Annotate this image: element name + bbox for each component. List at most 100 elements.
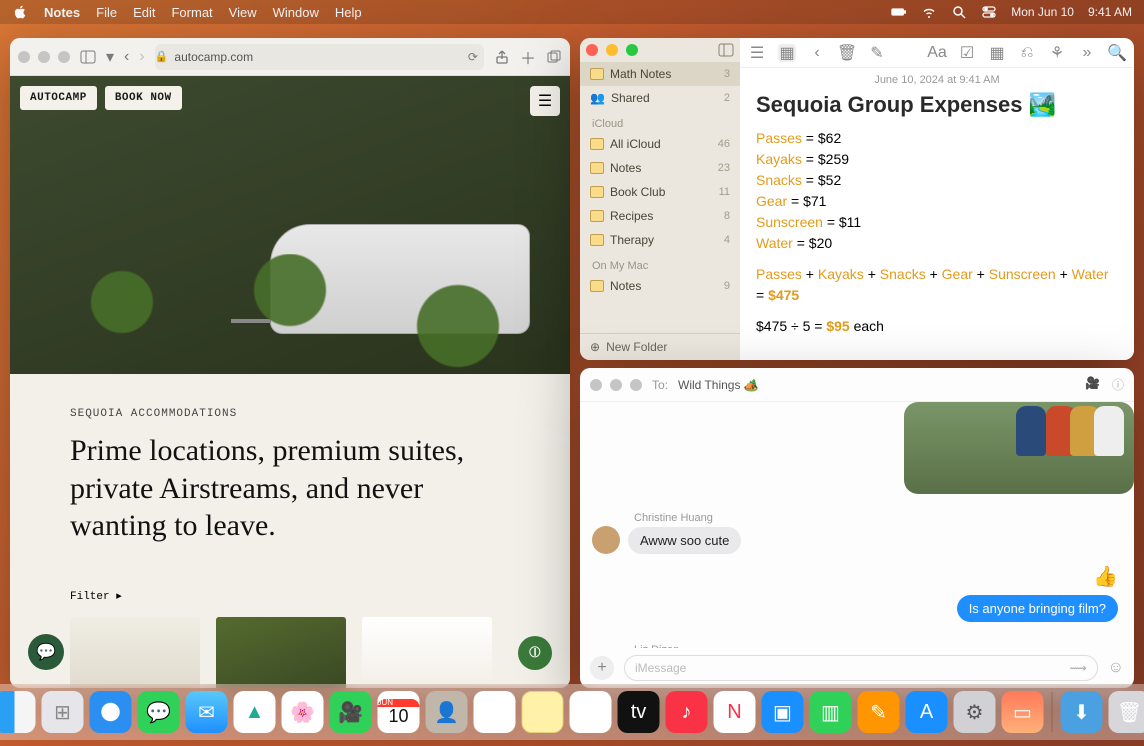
sidebar-toggle-icon[interactable] (718, 42, 734, 58)
menu-help[interactable]: Help (335, 5, 362, 20)
chevron-down-icon[interactable]: ▾ (106, 47, 114, 67)
menu-file[interactable]: File (96, 5, 117, 20)
listing-thumb[interactable] (216, 617, 346, 689)
info-icon[interactable]: ⓘ (1112, 376, 1124, 393)
hamburger-menu-icon[interactable]: ☰ (530, 86, 560, 116)
dock-freeform-icon[interactable]: 〰 (570, 691, 612, 733)
attached-photo[interactable] (904, 402, 1134, 494)
facetime-icon[interactable]: 🎥 (1085, 376, 1100, 393)
menu-format[interactable]: Format (171, 5, 212, 20)
dock-contacts-icon[interactable]: 👤 (426, 691, 468, 733)
trash-icon[interactable]: 🗑 (838, 44, 856, 62)
dock-mail-icon[interactable]: ✉ (186, 691, 228, 733)
reload-icon[interactable]: ⟳ (468, 50, 478, 64)
traffic-minimize[interactable] (38, 51, 50, 63)
wifi-icon[interactable] (921, 4, 937, 20)
dock-notes-icon[interactable] (522, 691, 564, 733)
list-view-icon[interactable]: ☰ (748, 44, 766, 62)
dock-trash-icon[interactable]: 🗑 (1109, 691, 1144, 733)
share-icon[interactable] (494, 49, 510, 65)
listing-thumb[interactable] (70, 617, 200, 689)
dock-appstore-icon[interactable]: A (906, 691, 948, 733)
traffic-minimize[interactable] (606, 44, 618, 56)
dock-numbers-icon[interactable]: ▥ (810, 691, 852, 733)
media-icon[interactable]: ⎌ (1018, 44, 1036, 62)
sidebar-icon[interactable] (80, 49, 96, 65)
menu-edit[interactable]: Edit (133, 5, 155, 20)
traffic-zoom[interactable] (626, 44, 638, 56)
traffic-close[interactable] (18, 51, 30, 63)
traffic-zoom[interactable] (58, 51, 70, 63)
search-icon[interactable]: 🔍 (1108, 44, 1126, 62)
book-now-button[interactable]: BOOK NOW (105, 86, 182, 110)
dock-finder-icon[interactable] (0, 691, 36, 733)
message-bubble-outgoing[interactable]: Is anyone bringing film? (957, 595, 1118, 622)
emoji-picker-icon[interactable]: ☺ (1108, 659, 1124, 677)
imessage-input[interactable]: iMessage ⟿ (624, 655, 1098, 681)
dock-pages-icon[interactable]: ✎ (858, 691, 900, 733)
filter-button[interactable]: Filter ▸ (70, 589, 510, 603)
new-tab-icon[interactable]: ＋ (520, 45, 536, 69)
dock-music-icon[interactable]: ♪ (666, 691, 708, 733)
brand-pill[interactable]: AUTOCAMP (20, 86, 97, 110)
audio-message-icon[interactable]: ⟿ (1069, 661, 1086, 675)
sidebar-item-therapy[interactable]: Therapy4 (580, 228, 740, 252)
add-attachment-button[interactable]: + (590, 656, 614, 680)
sidebar-item-book-club[interactable]: Book Club11 (580, 180, 740, 204)
address-bar[interactable]: 🔒 autocamp.com ⟳ (155, 44, 484, 70)
dock-facetime-icon[interactable]: 🎥 (330, 691, 372, 733)
dock-calendar-icon[interactable]: JUN10 (378, 691, 420, 733)
dock-safari-icon[interactable] (90, 691, 132, 733)
dock-settings-icon[interactable]: ⚙ (954, 691, 996, 733)
traffic-zoom[interactable] (630, 379, 642, 391)
table-icon[interactable]: ▦ (988, 44, 1006, 62)
menu-time[interactable]: 9:41 AM (1088, 5, 1132, 19)
dock-reminders-icon[interactable]: ☰ (474, 691, 516, 733)
traffic-close[interactable] (590, 379, 602, 391)
dock-news-icon[interactable]: N (714, 691, 756, 733)
compose-icon[interactable]: ✎ (868, 44, 886, 62)
format-icon[interactable]: Aa (928, 44, 946, 62)
dock-iphone-mirror-icon[interactable]: ▭ (1002, 691, 1044, 733)
dock-launchpad-icon[interactable]: ⊞ (42, 691, 84, 733)
control-center-icon[interactable] (981, 4, 997, 20)
new-folder-button[interactable]: ⊕ New Folder (580, 333, 740, 360)
traffic-minimize[interactable] (610, 379, 622, 391)
sidebar-item-shared[interactable]: 👥 Shared 2 (580, 86, 740, 110)
accessibility-fab-icon[interactable]: ⦶ (518, 636, 552, 670)
battery-icon[interactable] (891, 4, 907, 20)
listing-thumb[interactable] (362, 617, 492, 689)
dock-messages-icon[interactable]: 💬 (138, 691, 180, 733)
messages-thread[interactable]: Christine Huang Awww soo cute 👍 Is anyon… (580, 402, 1134, 648)
message-bubble[interactable]: Awww soo cute (628, 527, 741, 554)
back-icon[interactable]: ‹ (808, 44, 826, 62)
to-value[interactable]: Wild Things 🏕️ (678, 378, 759, 392)
avatar[interactable] (592, 526, 620, 554)
more-icon[interactable]: » (1078, 44, 1096, 62)
apple-menu-icon[interactable] (12, 4, 28, 20)
forward-icon[interactable]: › (139, 48, 144, 66)
gallery-view-icon[interactable]: ▦ (778, 44, 796, 62)
checklist-icon[interactable]: ☑ (958, 44, 976, 62)
tabs-icon[interactable] (546, 49, 562, 65)
menu-window[interactable]: Window (273, 5, 319, 20)
menu-date[interactable]: Mon Jun 10 (1011, 5, 1074, 19)
dock-downloads-icon[interactable]: ⬇ (1061, 691, 1103, 733)
dock-tv-icon[interactable]: tv (618, 691, 660, 733)
dock-photos-icon[interactable]: 🌸 (282, 691, 324, 733)
traffic-close[interactable] (586, 44, 598, 56)
sidebar-item-all-icloud[interactable]: All iCloud46 (580, 132, 740, 156)
chat-fab-icon[interactable]: 💬 (28, 634, 64, 670)
link-icon[interactable]: ⚘ (1048, 44, 1066, 62)
dock-maps-icon[interactable]: ▲ (234, 691, 276, 733)
note-body[interactable]: Sequoia Group Expenses 🏞️ Passes = $62 K… (740, 92, 1134, 347)
menu-view[interactable]: View (229, 5, 257, 20)
app-menu-name[interactable]: Notes (44, 5, 80, 20)
sidebar-item-notes[interactable]: Notes23 (580, 156, 740, 180)
back-icon[interactable]: ‹ (124, 48, 129, 66)
sidebar-item-onmac-notes[interactable]: Notes9 (580, 274, 740, 298)
dock-keynote-icon[interactable]: ▣ (762, 691, 804, 733)
spotlight-icon[interactable] (951, 4, 967, 20)
thumbs-up-reaction-icon[interactable]: 👍 (1093, 564, 1118, 589)
sidebar-item-recipes[interactable]: Recipes8 (580, 204, 740, 228)
